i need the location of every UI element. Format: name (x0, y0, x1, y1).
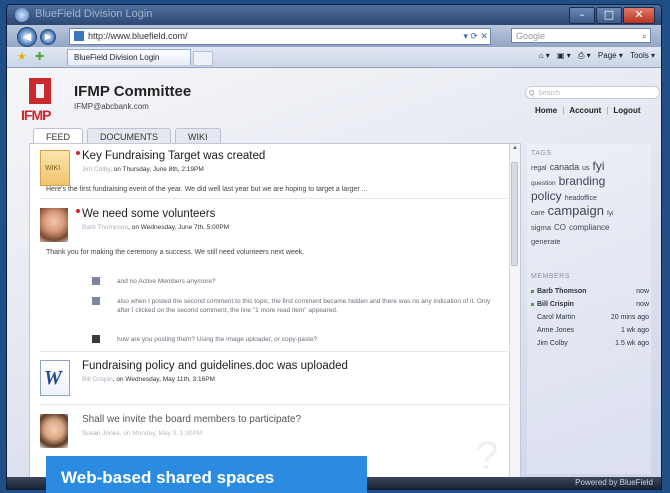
comment-text: also when I posted the second comment to… (117, 298, 491, 314)
comment-avatar-icon (92, 297, 100, 305)
forward-button[interactable]: ▶ (40, 29, 56, 45)
logo-flag (29, 78, 51, 104)
online-indicator (531, 303, 534, 306)
search-icon: Q (529, 90, 535, 97)
tag-link[interactable]: headoffice (565, 195, 597, 202)
tag-link[interactable]: fyi (593, 159, 605, 173)
new-indicator (76, 151, 80, 155)
tab-documents[interactable]: DOCUMENTS (87, 128, 172, 144)
window-title: BlueField Division Login (35, 8, 153, 20)
tag-link[interactable]: compliance (569, 223, 609, 232)
header-links: Home | Account | Logout (535, 106, 641, 115)
tags-heading: TAGS (531, 150, 552, 157)
tag-link[interactable]: campaign (548, 203, 604, 218)
navigation-bar: ◀ ▶ http://www.bluefield.com/ ▾ ⟳ ✕ Goog… (7, 25, 661, 47)
browser-tab[interactable]: BlueField Division Login (67, 49, 191, 65)
feed-panel: ▲ WIKI Key Fundraising Target was create… (29, 143, 521, 480)
tag-link[interactable]: canada (550, 162, 580, 172)
feeds-icon[interactable]: ▣ ▾ (557, 51, 571, 60)
close-button[interactable]: ✕ (623, 7, 655, 24)
divider (40, 404, 510, 405)
account-link[interactable]: Account (569, 106, 601, 115)
minimize-button[interactable]: – (569, 7, 595, 24)
avatar (40, 208, 68, 242)
comment-text: and no Active Members anymore? (117, 278, 216, 285)
tag-link[interactable]: CO (554, 223, 566, 232)
feed-item-body: Thank you for making the ceremony a succ… (46, 249, 305, 256)
home-link[interactable]: Home (535, 106, 557, 115)
feed-item-meta: Susan Jones, on Monday, May 9, 1:30PM (82, 430, 203, 437)
tag-link[interactable]: fyi (607, 210, 614, 217)
comment-text: how are you posting them? Using the imag… (117, 336, 318, 343)
page-content: IFMP IFMP Committee IFMP@abcbank.com FEE… (7, 68, 661, 480)
site-search-input[interactable]: Q Search (525, 86, 660, 99)
caption-banner: Web-based shared spaces (46, 456, 367, 493)
feed-item-title[interactable]: Key Fundraising Target was created (82, 150, 265, 162)
members-heading: MEMBERS (531, 273, 570, 280)
site-search-placeholder: Search (538, 90, 561, 97)
address-url: http://www.bluefield.com/ (88, 31, 188, 41)
logo-text: IFMP (21, 107, 51, 123)
online-indicator (531, 290, 534, 293)
browser-window: BlueField Division Login – □ ✕ ◀ ▶ http:… (6, 4, 662, 490)
tab-bar: ★ ✚ BlueField Division Login ⌂ ▾ ▣ ▾ ⎙ ▾… (7, 47, 661, 68)
page-tabs: FEED DOCUMENTS WIKI (33, 128, 225, 144)
feed-item-body: Here's the first fundraising event of th… (46, 186, 368, 193)
tag-link[interactable]: branding (559, 174, 606, 188)
browser-icon (15, 8, 29, 22)
help-watermark-icon: ? (476, 434, 499, 478)
committee-email: IFMP@abcbank.com (74, 102, 149, 111)
tab-label: BlueField Division Login (74, 53, 160, 62)
browser-search-input[interactable]: Google ⌕ (511, 28, 651, 43)
tools-menu[interactable]: Tools ▾ (630, 51, 655, 60)
wiki-icon: WIKI (40, 150, 70, 186)
maximize-button[interactable]: □ (596, 7, 622, 24)
avatar (40, 414, 68, 448)
tag-link[interactable]: policy (531, 189, 562, 203)
feed-item-meta: Jim Colby, on Thursday, June 8th, 2:19PM (82, 166, 204, 173)
tag-link[interactable]: question (531, 180, 556, 187)
word-document-icon: W (40, 360, 70, 396)
tag-link[interactable]: regal (531, 165, 547, 172)
feed-item-meta: Barb Thompson, on Wednesday, June 7th, 5… (82, 224, 230, 231)
favorites-star-icon[interactable]: ★ (17, 50, 27, 63)
new-indicator (76, 209, 80, 213)
logout-link[interactable]: Logout (613, 106, 640, 115)
feed-item-title[interactable]: Fundraising policy and guidelines.doc wa… (82, 360, 348, 372)
home-icon[interactable]: ⌂ ▾ (539, 51, 550, 60)
comment-avatar-icon (92, 335, 100, 343)
tag-link[interactable]: sigma (531, 223, 551, 232)
window-controls: – □ ✕ (568, 7, 655, 24)
address-bar[interactable]: http://www.bluefield.com/ ▾ ⟳ ✕ (69, 28, 491, 45)
divider (40, 351, 510, 352)
tab-feed[interactable]: FEED (33, 128, 84, 144)
feed-item-title[interactable]: Shall we invite the board members to par… (82, 414, 301, 425)
refresh-stop-icons[interactable]: ▾ ⟳ ✕ (463, 29, 488, 44)
page-menu[interactable]: Page ▾ (598, 51, 623, 60)
divider (40, 198, 510, 199)
command-bar: ⌂ ▾ ▣ ▾ ⎙ ▾ Page ▾ Tools ▾ (534, 51, 655, 61)
title-bar: BlueField Division Login – □ ✕ (7, 5, 661, 25)
add-favorites-icon[interactable]: ✚ (35, 50, 44, 63)
tab-wiki[interactable]: WIKI (175, 128, 221, 144)
tag-link[interactable]: us (582, 165, 589, 172)
new-tab-button[interactable] (193, 51, 213, 66)
powered-by-text: Powered by BlueField (575, 478, 653, 487)
search-icon[interactable]: ⌕ (642, 29, 647, 44)
ifmp-logo: IFMP (21, 78, 65, 124)
tag-link[interactable]: generate (531, 237, 561, 246)
comment-avatar-icon (92, 277, 100, 285)
tag-link[interactable]: care (531, 210, 545, 217)
scroll-up-icon[interactable]: ▲ (510, 145, 520, 151)
print-icon[interactable]: ⎙ ▾ (578, 51, 591, 60)
scroll-thumb[interactable] (511, 162, 518, 266)
feed-scrollbar[interactable]: ▲ (509, 144, 520, 480)
back-button[interactable]: ◀ (17, 27, 37, 47)
feed-item-meta: Bill Crispin, on Wednesday, May 11th, 3:… (82, 376, 215, 383)
feed-item-title[interactable]: We need some volunteers (82, 208, 215, 220)
page-title: IFMP Committee (74, 83, 192, 100)
search-placeholder: Google (516, 31, 546, 41)
tag-cloud: regal canada us fyi question branding policy… (531, 160, 639, 248)
page-icon (74, 31, 84, 41)
